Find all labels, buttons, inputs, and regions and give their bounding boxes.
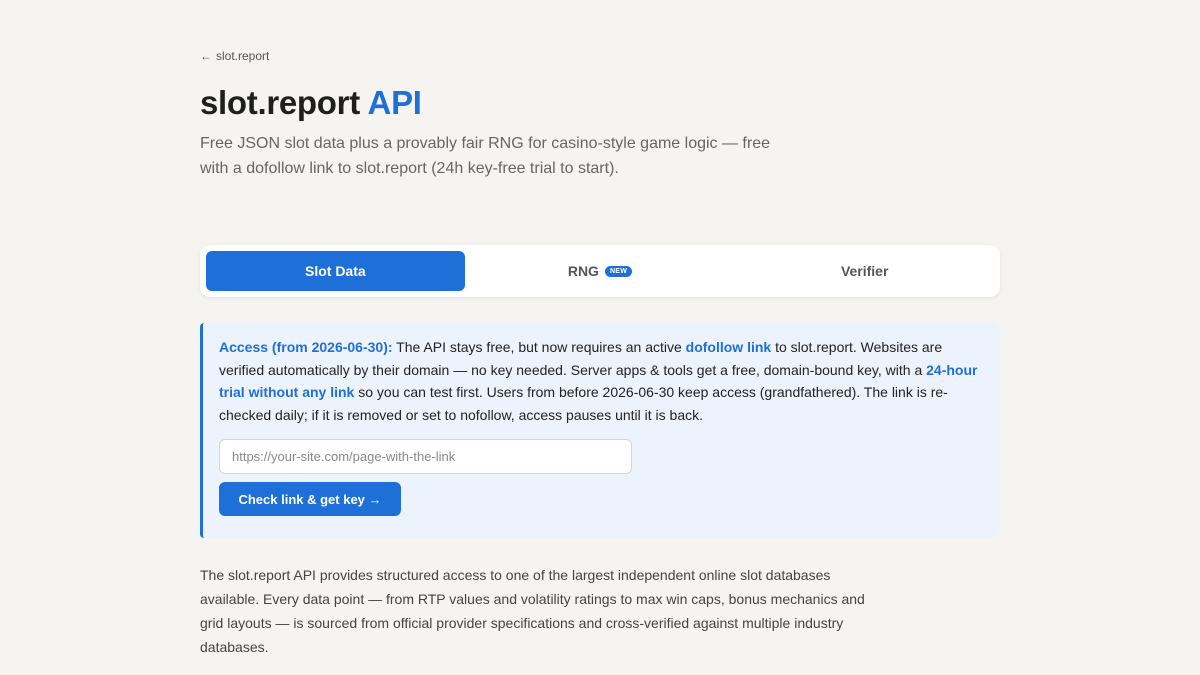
tab-bar: Slot Data RNG NEW Verifier (200, 245, 1000, 297)
back-link[interactable]: ← slot.report (200, 49, 269, 63)
back-arrow-icon: ← (200, 49, 212, 63)
access-notice: Access (from 2026-06-30): The API stays … (200, 323, 1000, 538)
back-link-label: slot.report (216, 49, 270, 63)
access-notice-lead: Access (from 2026-06-30): (219, 339, 393, 355)
new-badge: NEW (604, 265, 633, 277)
tab-rng[interactable]: RNG NEW (471, 251, 730, 291)
intro-paragraph: The slot.report API provides structured … (200, 567, 865, 655)
tab-verifier[interactable]: Verifier (735, 251, 994, 291)
page-title-accent: API (367, 84, 422, 121)
page-title-main: slot.report (200, 84, 368, 121)
link-url-input[interactable] (219, 439, 632, 474)
check-link-button[interactable]: Check link & get key → (219, 482, 401, 516)
dofollow-link[interactable]: dofollow link (686, 339, 772, 355)
access-notice-text: Access (from 2026-06-30): The API stays … (219, 336, 985, 426)
page-subtitle: Free JSON slot data plus a provably fair… (200, 135, 770, 177)
tab-verifier-label: Verifier (840, 263, 889, 279)
notice-text-1: The API stays free, but now requires an … (392, 339, 686, 355)
tab-slot-data[interactable]: Slot Data (206, 251, 465, 291)
tab-rng-label: RNG (567, 263, 599, 279)
page-title: slot.report API (200, 84, 422, 122)
tab-slot-data-label: Slot Data (304, 263, 366, 279)
